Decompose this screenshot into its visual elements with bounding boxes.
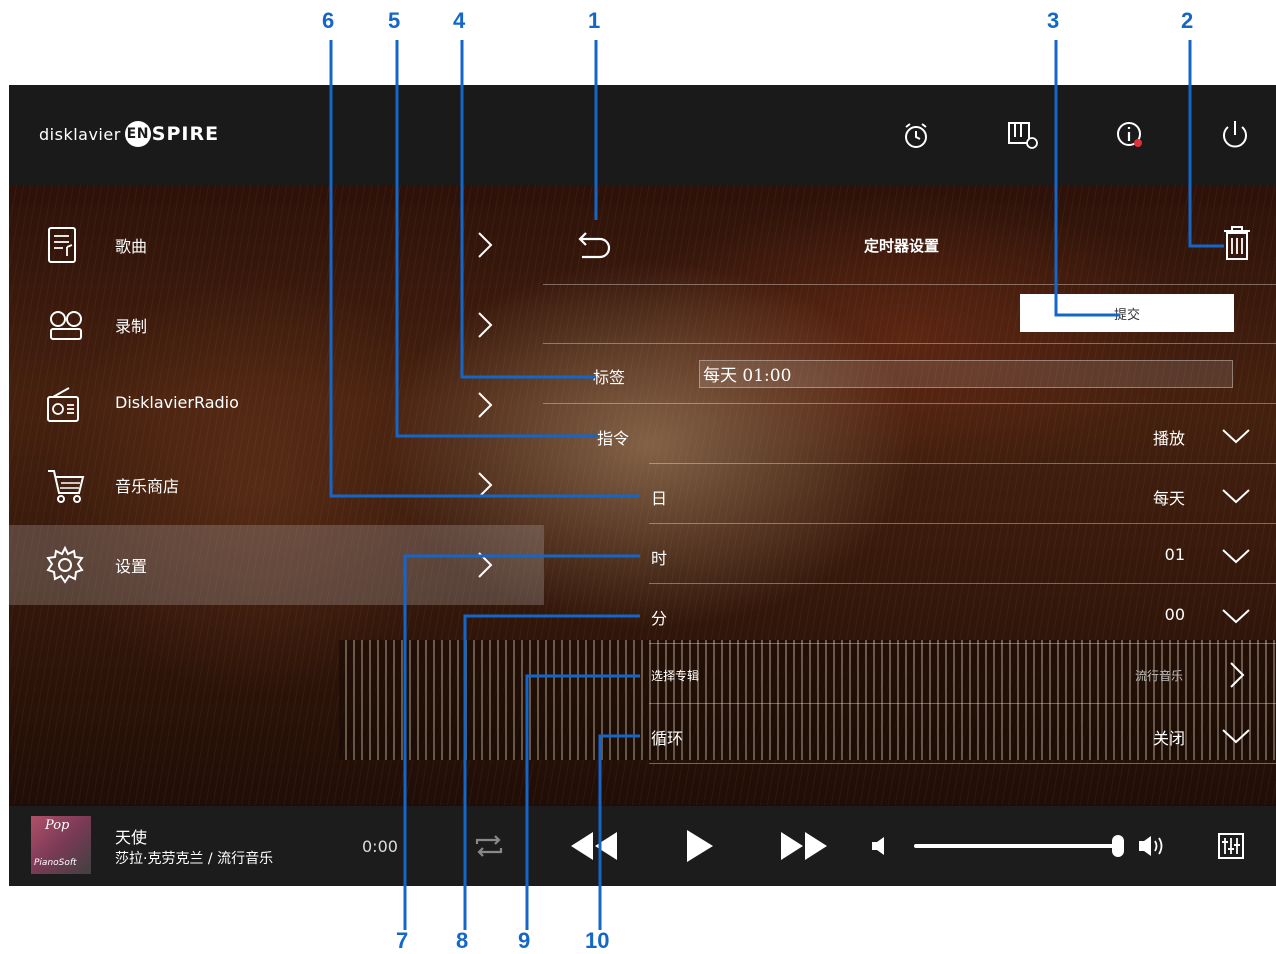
chevron-right-icon	[478, 392, 493, 418]
sidebar-item-label: 设置	[115, 557, 148, 576]
annotation-number: 3	[1047, 8, 1060, 33]
chevron-down-icon[interactable]	[1221, 427, 1251, 445]
mixer-icon[interactable]	[1217, 832, 1245, 860]
repeat-icon[interactable]	[471, 832, 507, 860]
divider	[649, 643, 1276, 644]
app-screen: disklavier EN SPIRE 歌曲 录制 DisklavierRadi…	[9, 85, 1276, 886]
disklavier-enspire-logo: disklavier EN SPIRE	[39, 121, 219, 147]
divider	[543, 343, 1276, 344]
volume-slider-track[interactable]	[914, 844, 1119, 848]
repeat-label: 循环	[651, 729, 684, 748]
logo-suffix: SPIRE	[151, 123, 220, 145]
chevron-right-icon	[478, 232, 493, 258]
divider	[649, 703, 1276, 704]
logo-prefix: disklavier	[39, 124, 121, 144]
minute-label: 分	[651, 609, 668, 628]
piano-settings-icon[interactable]	[1005, 117, 1041, 153]
sidebar-item-songs[interactable]: 歌曲	[9, 205, 544, 285]
divider	[649, 463, 1276, 464]
divider	[649, 763, 1276, 764]
album-art[interactable]: Pop PianoSoft	[31, 816, 91, 874]
gear-icon	[46, 545, 84, 584]
top-header: disklavier EN SPIRE	[9, 85, 1276, 185]
volume-high-icon[interactable]	[1137, 833, 1169, 859]
album-value[interactable]: 流行音乐	[1043, 667, 1183, 684]
repeat-value[interactable]: 关闭	[1045, 725, 1185, 749]
divider	[543, 403, 1276, 404]
record-reel-icon	[50, 311, 82, 340]
annotation-number: 2	[1181, 8, 1194, 33]
album-brand: PianoSoft	[34, 858, 77, 868]
annotation-number: 10	[585, 928, 610, 953]
volume-low-icon[interactable]	[869, 835, 891, 857]
chevron-down-icon[interactable]	[1221, 547, 1251, 565]
fast-forward-icon[interactable]	[779, 830, 831, 862]
sidebar-item-music-store[interactable]: 音乐商店	[9, 445, 544, 525]
annotation-number: 9	[518, 928, 531, 953]
sidebar-item-label: 歌曲	[115, 237, 148, 256]
hour-label: 时	[651, 549, 668, 568]
song-artist: 莎拉·克劳克兰 / 流行音乐	[115, 851, 274, 867]
annotation-number: 5	[388, 8, 401, 33]
command-label: 指令	[597, 429, 630, 448]
annotation-number: 1	[588, 8, 601, 33]
power-icon[interactable]	[1217, 117, 1253, 153]
annotation-number: 8	[456, 928, 469, 953]
chevron-right-icon	[478, 552, 493, 578]
annotation-number: 4	[453, 8, 466, 33]
album-label: 选择专辑	[651, 669, 700, 683]
player-bar: Pop PianoSoft 天使 莎拉·克劳克兰 / 流行音乐 0:00	[9, 806, 1276, 886]
song-title: 天使	[115, 828, 148, 847]
sidebar-item-label: 录制	[115, 317, 148, 336]
submit-button[interactable]: 提交	[1020, 294, 1234, 332]
chevron-down-icon[interactable]	[1221, 487, 1251, 505]
day-value[interactable]: 每天	[1045, 485, 1185, 509]
trash-icon[interactable]	[1220, 223, 1254, 263]
back-icon[interactable]	[576, 225, 616, 261]
play-icon[interactable]	[681, 828, 717, 864]
chevron-right-icon[interactable]	[1227, 660, 1247, 690]
volume-slider-handle[interactable]	[1112, 835, 1124, 857]
radio-icon	[47, 387, 79, 422]
panel-title: 定时器设置	[864, 237, 940, 255]
playback-time: 0:00	[362, 837, 398, 856]
album-text: Pop	[45, 818, 70, 833]
logo-badge: EN	[124, 121, 151, 147]
label-field-label: 标签	[593, 368, 626, 387]
minute-value[interactable]: 00	[1045, 605, 1185, 624]
divider	[649, 583, 1276, 584]
sidebar-item-record[interactable]: 录制	[9, 285, 544, 365]
divider	[649, 523, 1276, 524]
sidebar-item-label: DisklavierRadio	[115, 393, 239, 412]
chevron-down-icon[interactable]	[1221, 607, 1251, 625]
annotation-number: 6	[322, 8, 335, 33]
divider	[543, 284, 1276, 285]
chevron-down-icon[interactable]	[1221, 727, 1251, 745]
chevron-right-icon	[478, 312, 493, 338]
annotation-number: 7	[396, 928, 409, 953]
sidebar-item-settings[interactable]: 设置	[9, 525, 544, 605]
sidebar-item-disklavier-radio[interactable]: DisklavierRadio	[9, 365, 544, 445]
songs-icon	[48, 227, 76, 263]
hour-value[interactable]: 01	[1045, 545, 1185, 564]
rewind-icon[interactable]	[567, 830, 619, 862]
label-input[interactable]: 每天 01:00	[699, 360, 1233, 388]
chevron-right-icon	[478, 472, 493, 498]
alarm-clock-icon[interactable]	[898, 117, 934, 153]
day-label: 日	[651, 489, 668, 508]
info-icon[interactable]	[1112, 117, 1148, 153]
command-value[interactable]: 播放	[1045, 425, 1185, 449]
shopping-cart-icon	[48, 470, 85, 503]
sidebar-item-label: 音乐商店	[115, 477, 180, 496]
